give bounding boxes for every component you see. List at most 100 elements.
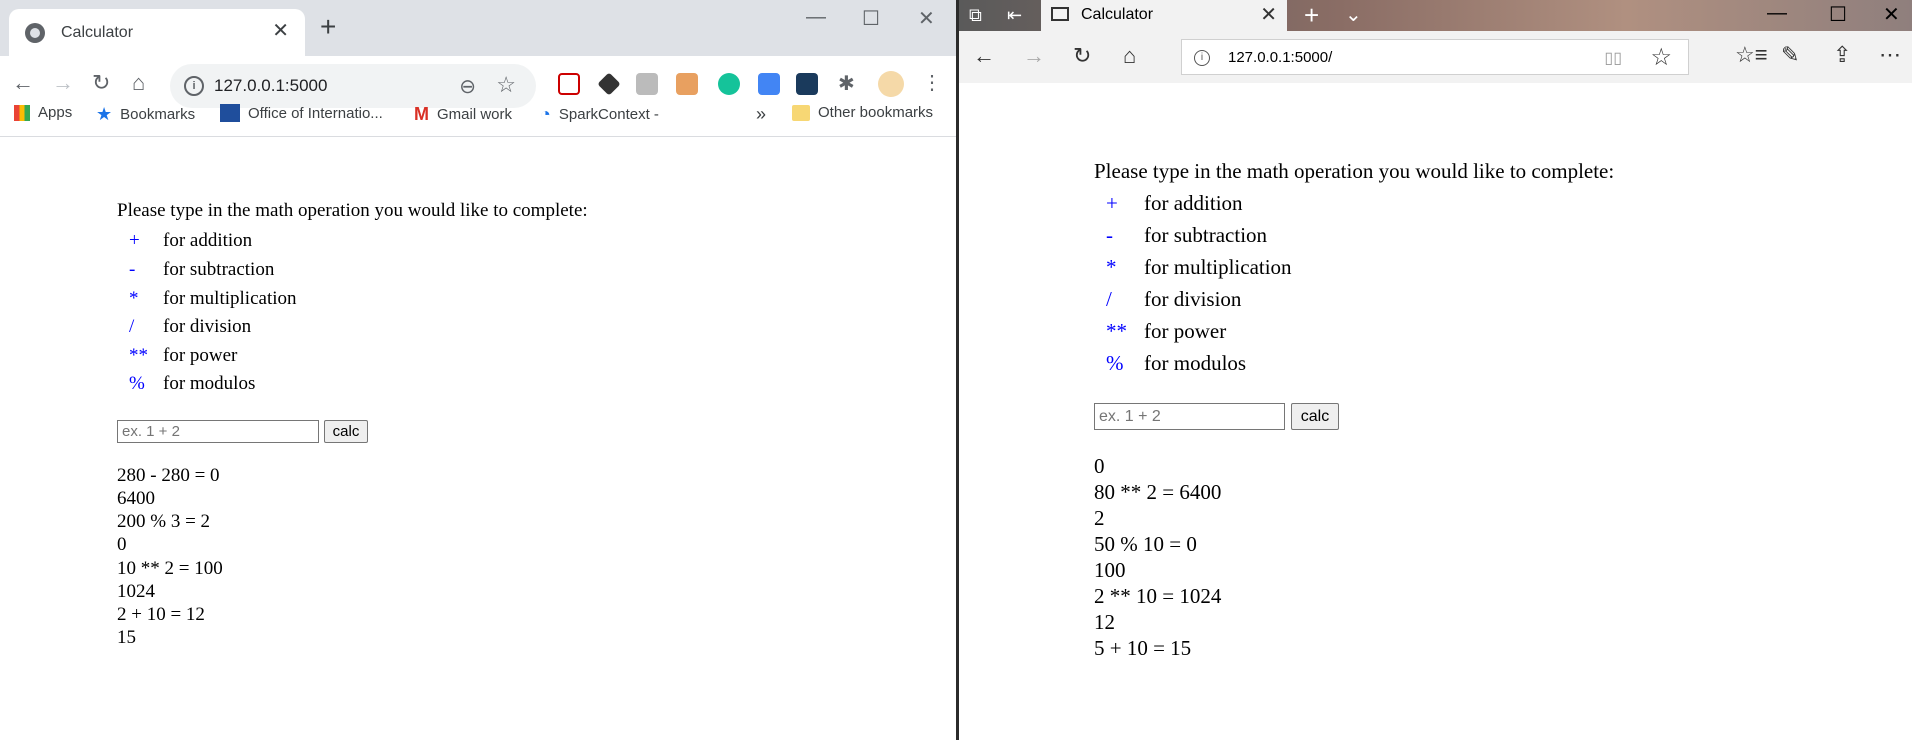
forward-arrow-icon[interactable]: → [1023,43,1045,69]
forward-arrow-icon[interactable]: → [52,70,74,96]
close-tab-icon[interactable]: ✕ [1260,2,1277,27]
bookmark-bookmarks[interactable]: ★ Bookmarks [96,104,195,125]
eraser-extension-icon[interactable] [597,72,621,96]
operator-description: for division [1144,287,1242,311]
operator-symbol: ** [1106,319,1127,343]
extension-mail-icon[interactable] [796,73,818,95]
bookmarks-bar: Apps ★ Bookmarks Office of Internatio...… [0,100,956,136]
extension-shield-icon[interactable] [558,73,580,95]
page-icon [1051,7,1069,21]
home-icon[interactable]: ⌂ [1123,43,1136,69]
result-line: 80 ** 2 = 6400 [1094,480,1222,504]
calc-button[interactable]: calc [1291,403,1339,430]
star-icon: ★ [96,104,113,124]
operator-description: for multiplication [1144,255,1292,279]
expression-input[interactable] [117,420,319,443]
operator-symbol: * [129,288,139,309]
result-line: 200 % 3 = 2 [117,511,211,532]
chevron-down-icon[interactable]: ⌄ [1345,2,1362,27]
google-translate-icon[interactable] [758,73,780,95]
result-line: 280 - 280 = 0 [117,465,220,486]
bookmark-label: Office of Internatio... [248,104,383,122]
maximize-icon[interactable]: ☐ [1829,2,1847,27]
back-arrow-icon[interactable]: ← [973,43,995,69]
uhcl-logo-icon [220,104,240,122]
bookmark-label: Gmail work [437,106,513,123]
result-line: 10 ** 2 = 100 [117,558,223,579]
url-text: 127.0.0.1:5000/ [1228,49,1333,66]
operator-symbol: + [129,230,140,251]
bookmark-spark[interactable]: ◔ SparkContext - [540,104,659,125]
grammarly-icon[interactable] [718,73,740,95]
chrome-tab-strip: Calculator ✕ + — ☐ ✕ [0,0,956,56]
new-tab-button[interactable]: + [320,12,336,42]
reload-icon[interactable]: ↻ [1073,43,1091,69]
kebab-menu-icon[interactable]: ⋮ [922,70,942,95]
result-line: 50 % 10 = 0 [1094,532,1197,556]
bookmark-star-icon[interactable]: ☆ [496,72,516,98]
favorite-star-icon[interactable]: ☆ [1650,43,1672,72]
extension-k-icon[interactable] [636,73,658,95]
profile-avatar[interactable] [878,71,904,97]
chrome-window: Calculator ✕ + — ☐ ✕ ← → ↻ ⌂ i 127.0.0.1… [0,0,956,740]
bookmark-other[interactable]: Other bookmarks [792,104,933,121]
new-tab-button[interactable]: + [1304,0,1319,31]
result-line: 0 [1094,454,1105,478]
close-window-icon[interactable]: ✕ [1883,2,1900,27]
minimize-icon[interactable]: — [1767,2,1787,25]
zoom-icon[interactable]: ⊖ [459,74,476,99]
operator-symbol: % [129,373,145,394]
tab-title: Calculator [1081,6,1154,23]
operator-symbol: - [1106,223,1113,247]
toolbar-divider [0,136,956,137]
folder-icon [792,104,810,121]
operator-description: for modulos [163,373,256,394]
share-icon[interactable]: ⇪ [1833,42,1851,68]
bookmark-label: Apps [38,104,73,121]
back-arrow-icon[interactable]: ← [12,70,34,96]
favorites-list-icon[interactable]: ☆≡ [1735,42,1768,68]
tab-set-aside-icon[interactable]: ⧉ [969,5,982,26]
expression-input[interactable] [1094,403,1285,430]
chrome-tab-calculator[interactable]: Calculator ✕ [9,9,305,56]
operator-symbol: / [1106,287,1112,311]
edge-toolbar: ← → ↻ ⌂ i 127.0.0.1:5000/ ▯▯ ☆ ☆≡ ✎ ⇪ ⋯ [959,31,1912,83]
tabs-preview-icon[interactable]: ⇤ [1007,5,1022,26]
web-note-pen-icon[interactable]: ✎ [1781,42,1799,68]
edge-tab-calculator[interactable]: Calculator ✕ [1041,0,1287,31]
close-tab-icon[interactable]: ✕ [272,20,289,42]
calc-button[interactable]: calc [324,420,368,443]
puzzle-extensions-icon[interactable]: ✱ [838,73,860,95]
extension-image-icon[interactable] [676,73,698,95]
result-line: 0 [117,534,127,555]
site-info-icon[interactable]: i [184,76,204,96]
bookmarks-overflow-chevron[interactable]: » [756,104,766,125]
more-menu-icon[interactable]: ⋯ [1879,42,1901,68]
operator-description: for modulos [1144,351,1247,375]
minimize-icon[interactable]: — [806,6,826,29]
reload-icon[interactable]: ↻ [92,70,110,96]
home-icon[interactable]: ⌂ [132,70,145,96]
operator-description: for addition [163,230,253,251]
prompt-text: Please type in the math operation you wo… [117,200,588,221]
bookmark-office[interactable]: Office of Internatio... [220,104,383,122]
site-info-icon[interactable]: i [1194,50,1210,66]
globe-icon [25,23,45,43]
operator-description: for multiplication [163,288,297,309]
maximize-icon[interactable]: ☐ [862,6,880,31]
operator-symbol: / [129,316,135,337]
bookmark-apps[interactable]: Apps [14,104,72,121]
bookmark-gmail[interactable]: M Gmail work [414,104,512,125]
operator-symbol: + [1106,191,1118,215]
result-line: 12 [1094,610,1115,634]
operator-symbol: - [129,259,136,280]
tab-title: Calculator [61,24,134,41]
operator-description: for division [163,316,252,337]
close-window-icon[interactable]: ✕ [918,6,935,31]
address-bar[interactable]: i 127.0.0.1:5000/ ▯▯ ☆ [1181,39,1689,75]
result-line: 2 + 10 = 12 [117,604,205,625]
operator-description: for power [163,345,238,366]
apps-grid-icon [14,104,30,121]
operator-description: for addition [1144,191,1243,215]
reading-view-icon[interactable]: ▯▯ [1604,48,1622,68]
